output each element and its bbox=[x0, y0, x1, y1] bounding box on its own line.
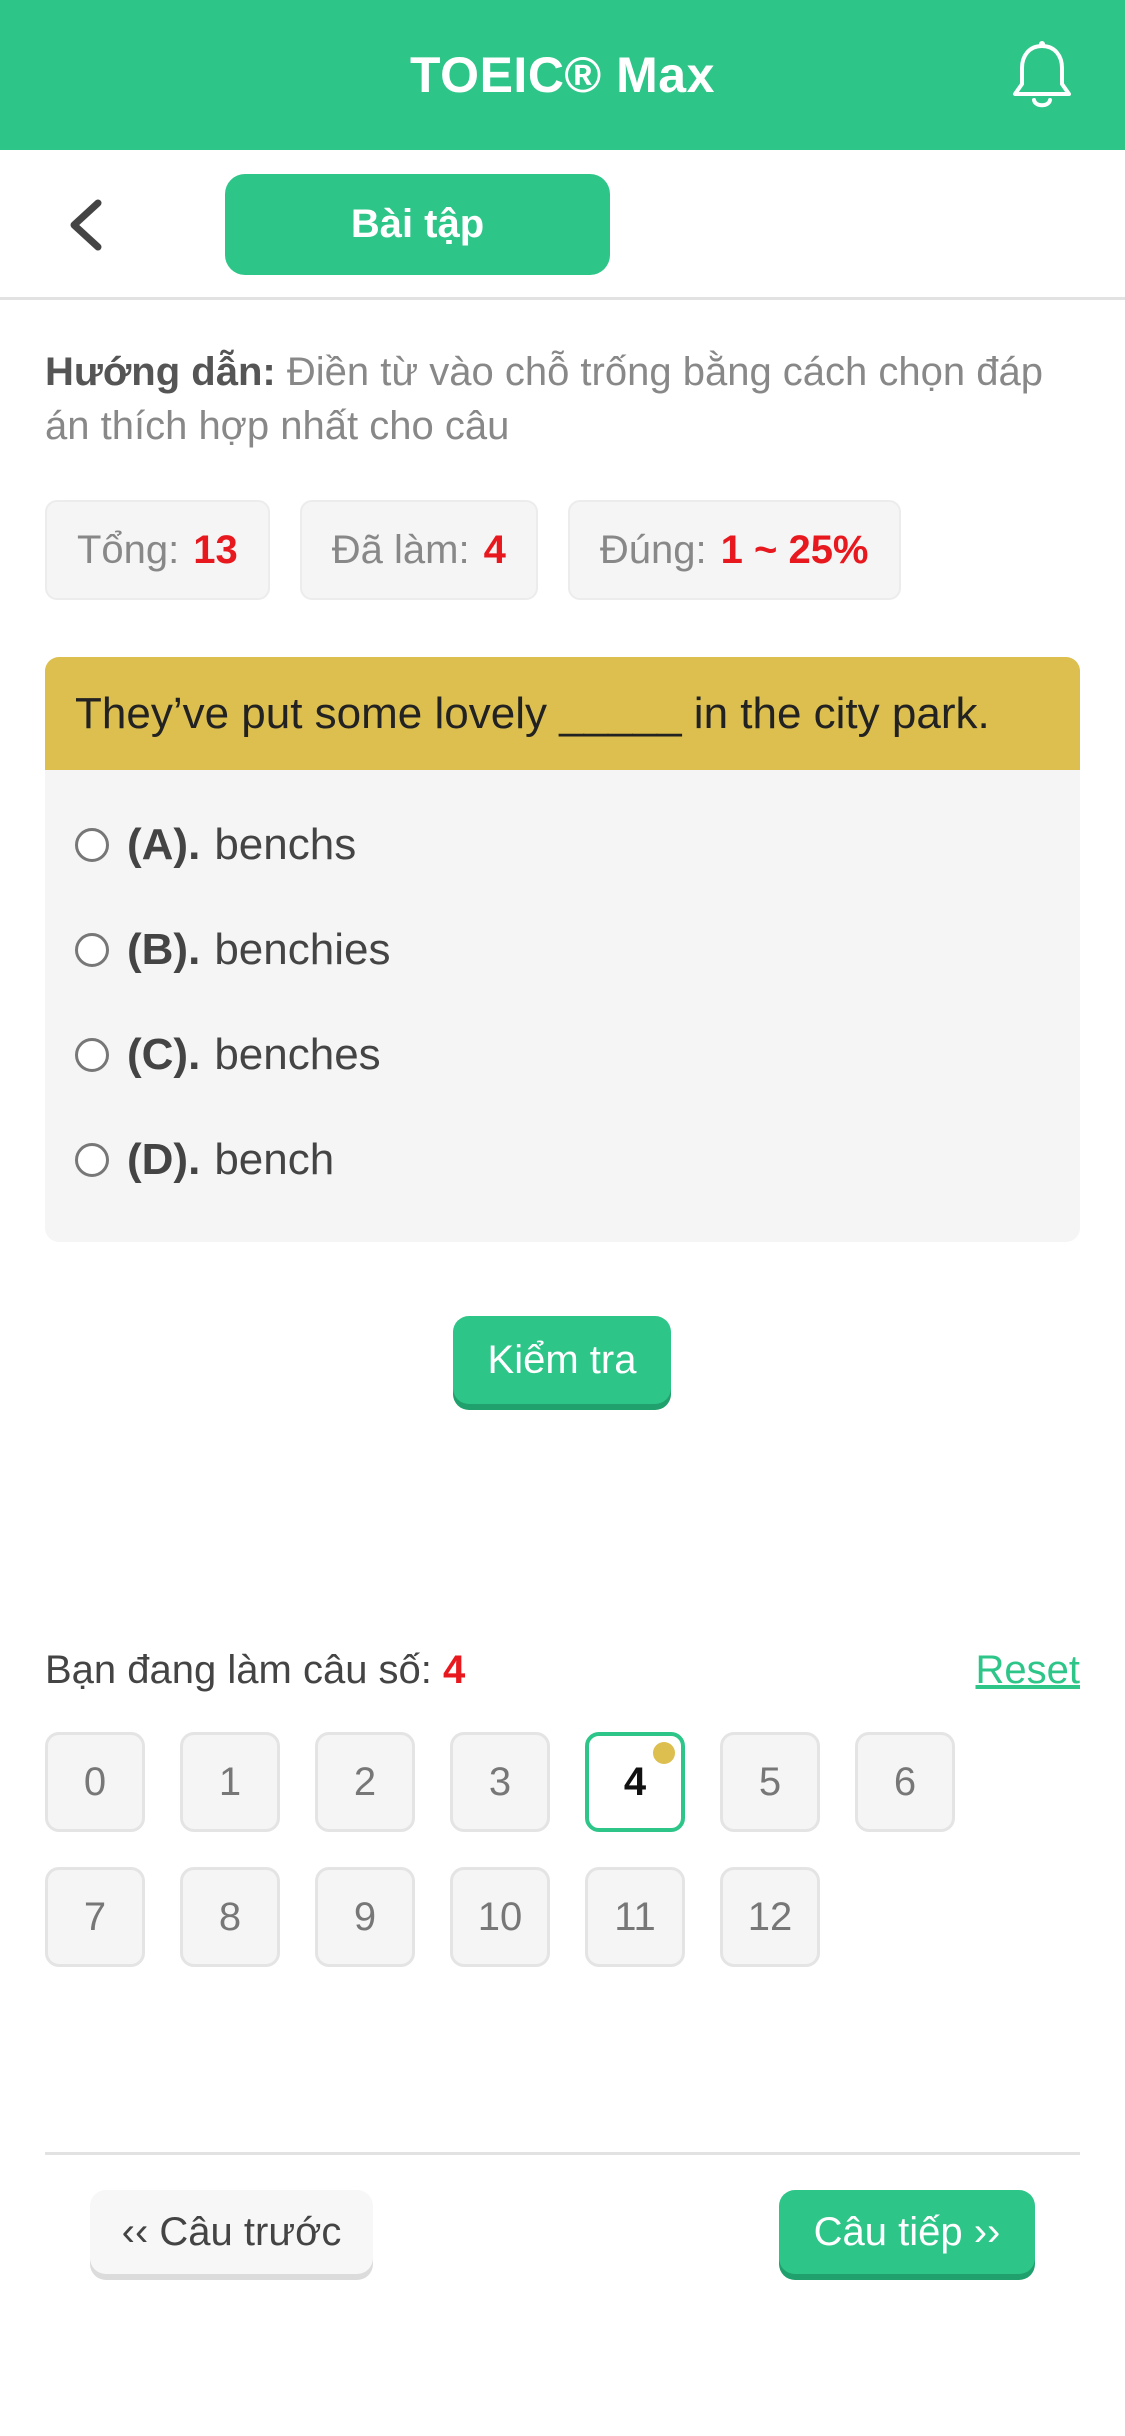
question-cell-9[interactable]: 9 bbox=[315, 1867, 415, 1967]
option-text: benchies bbox=[214, 924, 391, 974]
stat-correct-label: Đúng: bbox=[599, 527, 707, 572]
stat-done-value: 4 bbox=[483, 527, 506, 572]
notification-bell-icon[interactable] bbox=[1007, 38, 1077, 113]
option-key: (C). bbox=[127, 1029, 201, 1079]
question-cell-2[interactable]: 2 bbox=[315, 1732, 415, 1832]
stat-done: Đã làm: 4 bbox=[299, 500, 538, 600]
stat-total-value: 13 bbox=[193, 527, 238, 572]
question-cell-number: 4 bbox=[623, 1759, 647, 1804]
stats-row: Tổng: 13 Đã làm: 4 Đúng: 1 ~ 25% bbox=[45, 500, 901, 600]
instructions-label: Hướng dẫn: bbox=[45, 350, 276, 394]
option-text: bench bbox=[214, 1134, 335, 1184]
radio-button[interactable] bbox=[75, 932, 109, 967]
question-cell-0[interactable]: 0 bbox=[45, 1732, 145, 1832]
instructions: Hướng dẫn: Điền từ vào chỗ trống bằng cá… bbox=[45, 345, 1075, 453]
tab-exercises[interactable]: Bài tập bbox=[225, 174, 610, 275]
question-text: They’ve put some lovely _____ in the cit… bbox=[45, 657, 1080, 770]
stat-correct: Đúng: 1 ~ 25% bbox=[567, 500, 901, 600]
option-key: (A). bbox=[127, 819, 201, 869]
stat-correct-value: 1 ~ 25% bbox=[720, 527, 869, 572]
answer-options: (A). benchs (B). benchies (C). benches (… bbox=[45, 770, 1080, 1242]
current-question-text: Bạn đang làm câu số: bbox=[45, 1648, 432, 1692]
option-d[interactable]: (D). bench bbox=[45, 1107, 1080, 1212]
radio-button[interactable] bbox=[75, 827, 109, 862]
check-button[interactable]: Kiểm tra bbox=[453, 1316, 671, 1404]
reset-link[interactable]: Reset bbox=[976, 1648, 1081, 1693]
app-title: TOEIC® Max bbox=[410, 47, 715, 103]
current-indicator-dot bbox=[653, 1742, 675, 1764]
stat-total: Tổng: 13 bbox=[45, 500, 270, 600]
radio-button[interactable] bbox=[75, 1142, 109, 1177]
next-question-button[interactable]: Câu tiếp ›› bbox=[779, 2190, 1035, 2274]
app-header: TOEIC® Max bbox=[0, 0, 1125, 150]
question-cell-5[interactable]: 5 bbox=[720, 1732, 820, 1832]
current-question-number: 4 bbox=[443, 1648, 466, 1692]
question-cell-6[interactable]: 6 bbox=[855, 1732, 955, 1832]
stat-done-label: Đã làm: bbox=[331, 527, 470, 572]
back-arrow-icon[interactable] bbox=[60, 195, 120, 255]
question-cell-1[interactable]: 1 bbox=[180, 1732, 280, 1832]
option-b[interactable]: (B). benchies bbox=[45, 897, 1080, 1002]
question-cell-8[interactable]: 8 bbox=[180, 1867, 280, 1967]
option-key: (D). bbox=[127, 1134, 201, 1184]
divider bbox=[45, 2152, 1080, 2155]
question-cell-4[interactable]: 4 bbox=[585, 1732, 685, 1832]
question-cell-12[interactable]: 12 bbox=[720, 1867, 820, 1967]
radio-button[interactable] bbox=[75, 1037, 109, 1072]
question-card: They’ve put some lovely _____ in the cit… bbox=[45, 657, 1080, 1242]
current-question-label: Bạn đang làm câu số: 4 bbox=[45, 1648, 465, 1693]
option-a[interactable]: (A). benchs bbox=[45, 792, 1080, 897]
option-text: benches bbox=[214, 1029, 381, 1079]
question-cell-3[interactable]: 3 bbox=[450, 1732, 550, 1832]
sub-toolbar: Bài tập bbox=[0, 150, 1125, 300]
option-key: (B). bbox=[127, 924, 201, 974]
question-cell-11[interactable]: 11 bbox=[585, 1867, 685, 1967]
previous-question-button[interactable]: ‹‹ Câu trước bbox=[90, 2190, 373, 2274]
option-text: benchs bbox=[214, 819, 357, 869]
stat-total-label: Tổng: bbox=[77, 527, 180, 572]
question-cell-10[interactable]: 10 bbox=[450, 1867, 550, 1967]
question-cell-7[interactable]: 7 bbox=[45, 1867, 145, 1967]
option-c[interactable]: (C). benches bbox=[45, 1002, 1080, 1107]
